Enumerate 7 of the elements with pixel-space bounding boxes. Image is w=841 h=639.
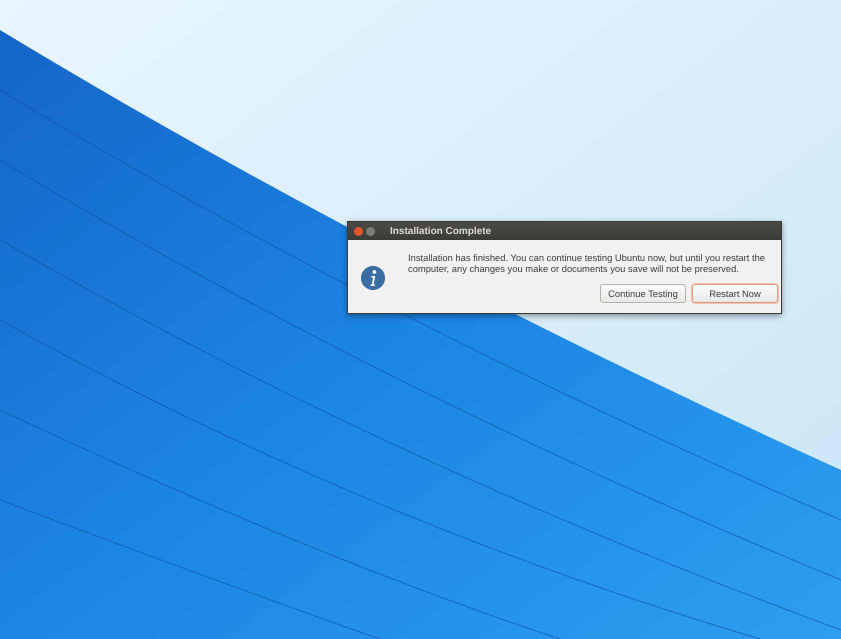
close-button[interactable] [354, 226, 363, 236]
message-text: Installation has finished. You can continue testing Ubuntu now, but until you restart the computer, any changes you make or documents you save will not be preserved. [408, 252, 766, 274]
dialog-button[interactable]: Restart Now [692, 284, 778, 303]
minimize-button[interactable] [366, 226, 375, 236]
info-icon [360, 265, 386, 291]
dialog-button[interactable]: Continue Testing [600, 284, 686, 303]
window-title: Installation Complete [390, 226, 492, 236]
